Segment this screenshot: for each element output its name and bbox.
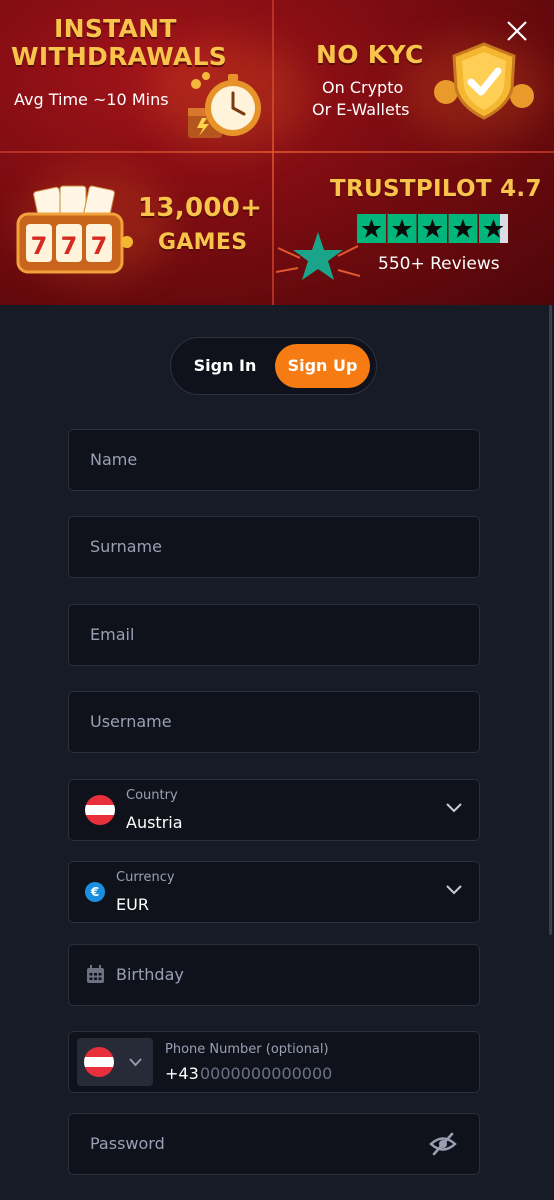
chevron-down-icon [129,1058,142,1067]
austria-flag-icon [84,1047,114,1077]
withdrawals-subtitle: Avg Time ~10 Mins [14,90,169,109]
svg-text:7: 7 [61,232,78,260]
phone-field[interactable]: Phone Number (optional) +43 000000000000… [68,1031,480,1093]
password-placeholder: Password [90,1134,165,1153]
chevron-down-icon [446,803,462,813]
currency-value: EUR [116,895,149,914]
promo-banner: INSTANT WITHDRAWALS Avg Time ~10 Mins NO… [0,0,554,305]
euro-icon: € [85,882,105,902]
country-value: Austria [126,813,183,832]
username-placeholder: Username [90,712,172,731]
clock-icon [188,72,261,138]
phone-prefix: +43 [165,1064,199,1083]
auth-tabs: Sign In Sign Up [170,337,377,395]
name-field[interactable]: Name [68,429,480,491]
svg-text:7: 7 [31,232,48,260]
password-field[interactable]: Password [68,1113,480,1175]
svg-text:7: 7 [91,232,108,260]
country-label: Country [126,788,178,803]
eye-off-icon[interactable] [429,1132,457,1156]
surname-field[interactable]: Surname [68,516,480,578]
currency-select[interactable]: € Currency EUR [68,861,480,923]
trustpilot-title: TRUSTPILOT 4.7 [330,176,542,202]
games-count: 13,000+ [138,193,263,223]
email-field[interactable]: Email [68,604,480,666]
birthday-field[interactable]: Birthday [68,944,480,1006]
star-burst-icon [276,232,360,280]
country-select[interactable]: Country Austria [68,779,480,841]
currency-label: Currency [116,870,175,885]
games-label: GAMES [158,230,248,255]
banner-divider-horizontal [0,151,554,153]
scrollbar[interactable] [549,305,552,935]
surname-placeholder: Surname [90,537,162,556]
kyc-subtitle-line2: Or E-Wallets [312,100,410,119]
slot-machine-icon: 7 7 7 [16,185,133,274]
austria-flag-icon [85,795,115,825]
email-placeholder: Email [90,625,135,644]
chevron-down-icon [446,885,462,895]
withdrawals-title-line1: INSTANT [54,14,177,43]
close-icon[interactable] [504,18,530,44]
kyc-subtitle-line1: On Crypto [322,78,404,97]
trustpilot-reviews: 550+ Reviews [378,254,500,274]
calendar-icon [87,965,104,983]
username-field[interactable]: Username [68,691,480,753]
name-placeholder: Name [90,450,138,469]
birthday-placeholder: Birthday [116,965,184,984]
trustpilot-stars [357,214,508,243]
kyc-title: NO KYC [316,40,424,69]
shield-check-icon [434,42,534,120]
phone-label: Phone Number (optional) [165,1042,329,1057]
withdrawals-title-line2: WITHDRAWALS [11,42,228,71]
phone-country-select[interactable] [77,1038,153,1086]
phone-placeholder: 0000000000000 [200,1064,333,1083]
tab-sign-up[interactable]: Sign Up [275,344,370,388]
tab-sign-in[interactable]: Sign In [179,344,271,388]
